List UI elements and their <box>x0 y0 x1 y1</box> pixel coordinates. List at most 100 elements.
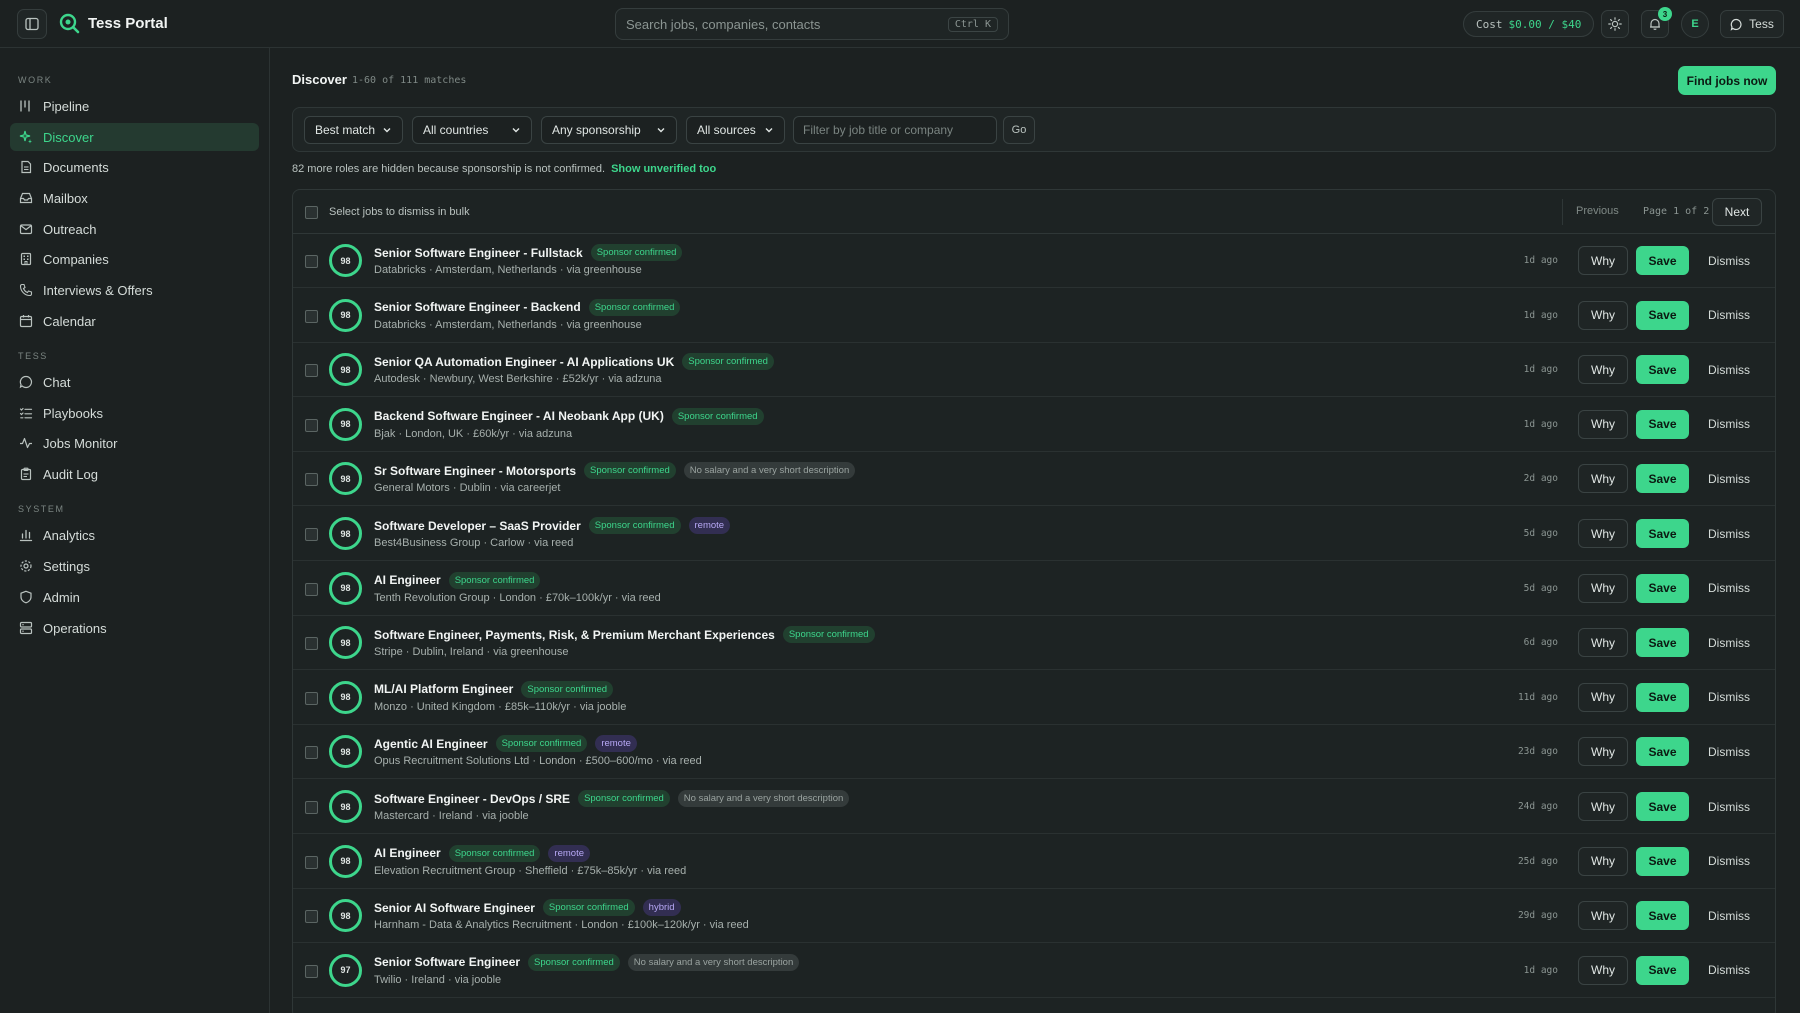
sidebar-item-calendar[interactable]: Calendar <box>10 307 259 335</box>
sidebar-item-audit-log[interactable]: Audit Log <box>10 460 259 488</box>
save-button[interactable]: Save <box>1636 682 1689 712</box>
dismiss-button[interactable]: Dismiss <box>1698 519 1760 548</box>
dismiss-button[interactable]: Dismiss <box>1698 956 1760 985</box>
sidebar-item-interviews-offers[interactable]: Interviews & Offers <box>10 276 259 304</box>
save-button[interactable]: Save <box>1636 955 1689 985</box>
why-button[interactable]: Why <box>1578 573 1628 603</box>
job-select-checkbox[interactable] <box>305 691 318 705</box>
job-title[interactable]: ML/AI Platform Engineer <box>374 682 513 696</box>
job-row[interactable]: 98 Software Engineer, Payments, Risk, & P… <box>293 616 1775 671</box>
job-title[interactable]: Senior Software Engineer <box>374 955 520 969</box>
save-button[interactable]: Save <box>1636 846 1689 876</box>
job-row[interactable]: 98 Backend Software Engineer - AI Neobank… <box>293 398 1775 452</box>
job-select-checkbox[interactable] <box>305 637 318 651</box>
sidebar-item-settings[interactable]: Settings <box>10 552 259 580</box>
dismiss-button[interactable]: Dismiss <box>1698 901 1760 930</box>
job-title[interactable]: Backend Software Engineer - AI Neobank A… <box>374 409 664 423</box>
job-row[interactable]: 97 Senior Software Engineer Sponsor confir… <box>293 944 1775 998</box>
job-filter-input[interactable] <box>793 116 997 144</box>
why-button[interactable]: Why <box>1578 682 1628 712</box>
job-select-checkbox[interactable] <box>305 364 318 378</box>
job-title[interactable]: Software Developer – SaaS Provider <box>374 519 581 533</box>
job-title[interactable]: Software Engineer, Payments, Risk, & Pre… <box>374 628 775 642</box>
job-row[interactable]: 98 Senior Software Engineer - Fullstack Sp… <box>293 234 1775 288</box>
job-row[interactable]: 98 Senior QA Automation Engineer - AI App… <box>293 343 1775 398</box>
job-row[interactable]: 98 Sr Software Engineer - Motorsports Spon… <box>293 452 1775 507</box>
job-title[interactable]: AI Engineer <box>374 573 441 587</box>
job-select-checkbox[interactable] <box>305 964 318 978</box>
sidebar-item-admin[interactable]: Admin <box>10 583 259 611</box>
why-button[interactable]: Why <box>1578 737 1628 767</box>
job-select-checkbox[interactable] <box>305 582 318 596</box>
why-button[interactable]: Why <box>1578 792 1628 821</box>
save-button[interactable]: Save <box>1636 573 1689 603</box>
why-button[interactable]: Why <box>1578 519 1628 548</box>
job-select-checkbox[interactable] <box>305 255 318 268</box>
sidebar-item-playbooks[interactable]: Playbooks <box>10 399 259 427</box>
country-select[interactable]: All countries <box>412 116 532 144</box>
tess-assistant-button[interactable]: Tess <box>1720 10 1784 38</box>
sidebar-item-companies[interactable]: Companies <box>10 245 259 273</box>
sidebar-item-pipeline[interactable]: Pipeline <box>10 92 259 120</box>
sidebar-item-mailbox[interactable]: Mailbox <box>10 184 259 212</box>
job-select-checkbox[interactable] <box>305 418 318 432</box>
job-select-checkbox[interactable] <box>305 746 318 760</box>
sidebar-item-chat[interactable]: Chat <box>10 368 259 396</box>
job-row[interactable]: 98 Software Developer – SaaS Provider Spon… <box>293 507 1775 561</box>
sponsorship-select[interactable]: Any sponsorship <box>541 116 677 144</box>
why-button[interactable]: Why <box>1578 246 1628 275</box>
job-title[interactable]: AI Engineer <box>374 846 441 860</box>
job-select-checkbox[interactable] <box>305 801 318 814</box>
sidebar-item-analytics[interactable]: Analytics <box>10 521 259 549</box>
job-row[interactable]: 98 ML/AI Platform Engineer Sponsor confirm… <box>293 671 1775 725</box>
sidebar-item-jobs-monitor[interactable]: Jobs Monitor <box>10 429 259 457</box>
save-button[interactable]: Save <box>1636 792 1689 821</box>
sidebar-item-discover[interactable]: Discover <box>10 123 259 151</box>
dismiss-button[interactable]: Dismiss <box>1698 628 1760 657</box>
why-button[interactable]: Why <box>1578 955 1628 985</box>
global-search-input[interactable]: Search jobs, companies, contacts Ctrl K <box>615 8 1009 40</box>
notifications-button[interactable]: 3 <box>1641 7 1672 38</box>
save-button[interactable]: Save <box>1636 737 1689 767</box>
job-title[interactable]: Agentic AI Engineer <box>374 737 488 751</box>
dismiss-button[interactable]: Dismiss <box>1698 847 1760 876</box>
dismiss-button[interactable]: Dismiss <box>1698 574 1760 603</box>
sidebar-toggle-button[interactable] <box>17 9 47 39</box>
show-unverified-link[interactable]: Show unverified too <box>611 163 716 175</box>
save-button[interactable]: Save <box>1636 300 1689 330</box>
sidebar-item-outreach[interactable]: Outreach <box>10 215 259 243</box>
save-button[interactable]: Save <box>1636 246 1689 275</box>
job-title[interactable]: Sr Software Engineer - Motorsports <box>374 464 576 478</box>
source-select[interactable]: All sources <box>686 116 785 144</box>
save-button[interactable]: Save <box>1636 628 1689 658</box>
job-title[interactable]: Senior AI Software Engineer <box>374 901 535 915</box>
save-button[interactable]: Save <box>1636 901 1689 931</box>
save-button[interactable]: Save <box>1636 409 1689 439</box>
why-button[interactable]: Why <box>1578 300 1628 330</box>
job-title[interactable]: Software Engineer - DevOps / SRE <box>374 792 570 806</box>
job-select-checkbox[interactable] <box>305 473 318 487</box>
job-title[interactable]: Senior QA Automation Engineer - AI Appli… <box>374 355 674 369</box>
job-row[interactable]: 98 Senior AI Software Engineer Sponsor con… <box>293 889 1775 944</box>
dismiss-button[interactable]: Dismiss <box>1698 792 1760 821</box>
why-button[interactable]: Why <box>1578 628 1628 658</box>
job-select-checkbox[interactable] <box>305 855 318 869</box>
job-title[interactable]: Senior Software Engineer - Backend <box>374 300 581 314</box>
why-button[interactable]: Why <box>1578 901 1628 931</box>
sidebar-item-operations[interactable]: Operations <box>10 614 259 642</box>
job-row[interactable]: 98 Software Engineer - DevOps / SRE Sponso… <box>293 780 1775 834</box>
job-row[interactable]: 98 Senior Software Engineer - Backend Spon… <box>293 289 1775 343</box>
job-select-checkbox[interactable] <box>305 910 318 924</box>
dismiss-button[interactable]: Dismiss <box>1698 683 1760 712</box>
brand[interactable]: Tess Portal <box>58 12 168 34</box>
sort-select[interactable]: Best match <box>304 116 403 144</box>
dismiss-button[interactable]: Dismiss <box>1698 737 1760 766</box>
job-row[interactable]: 98 Agentic AI Engineer Sponsor confirmed re… <box>293 725 1775 780</box>
theme-toggle-button[interactable] <box>1601 10 1629 38</box>
find-jobs-button[interactable]: Find jobs now <box>1678 66 1776 95</box>
job-select-checkbox[interactable] <box>305 528 318 541</box>
why-button[interactable]: Why <box>1578 355 1628 385</box>
dismiss-button[interactable]: Dismiss <box>1698 355 1760 384</box>
dismiss-button[interactable]: Dismiss <box>1698 301 1760 330</box>
why-button[interactable]: Why <box>1578 409 1628 439</box>
